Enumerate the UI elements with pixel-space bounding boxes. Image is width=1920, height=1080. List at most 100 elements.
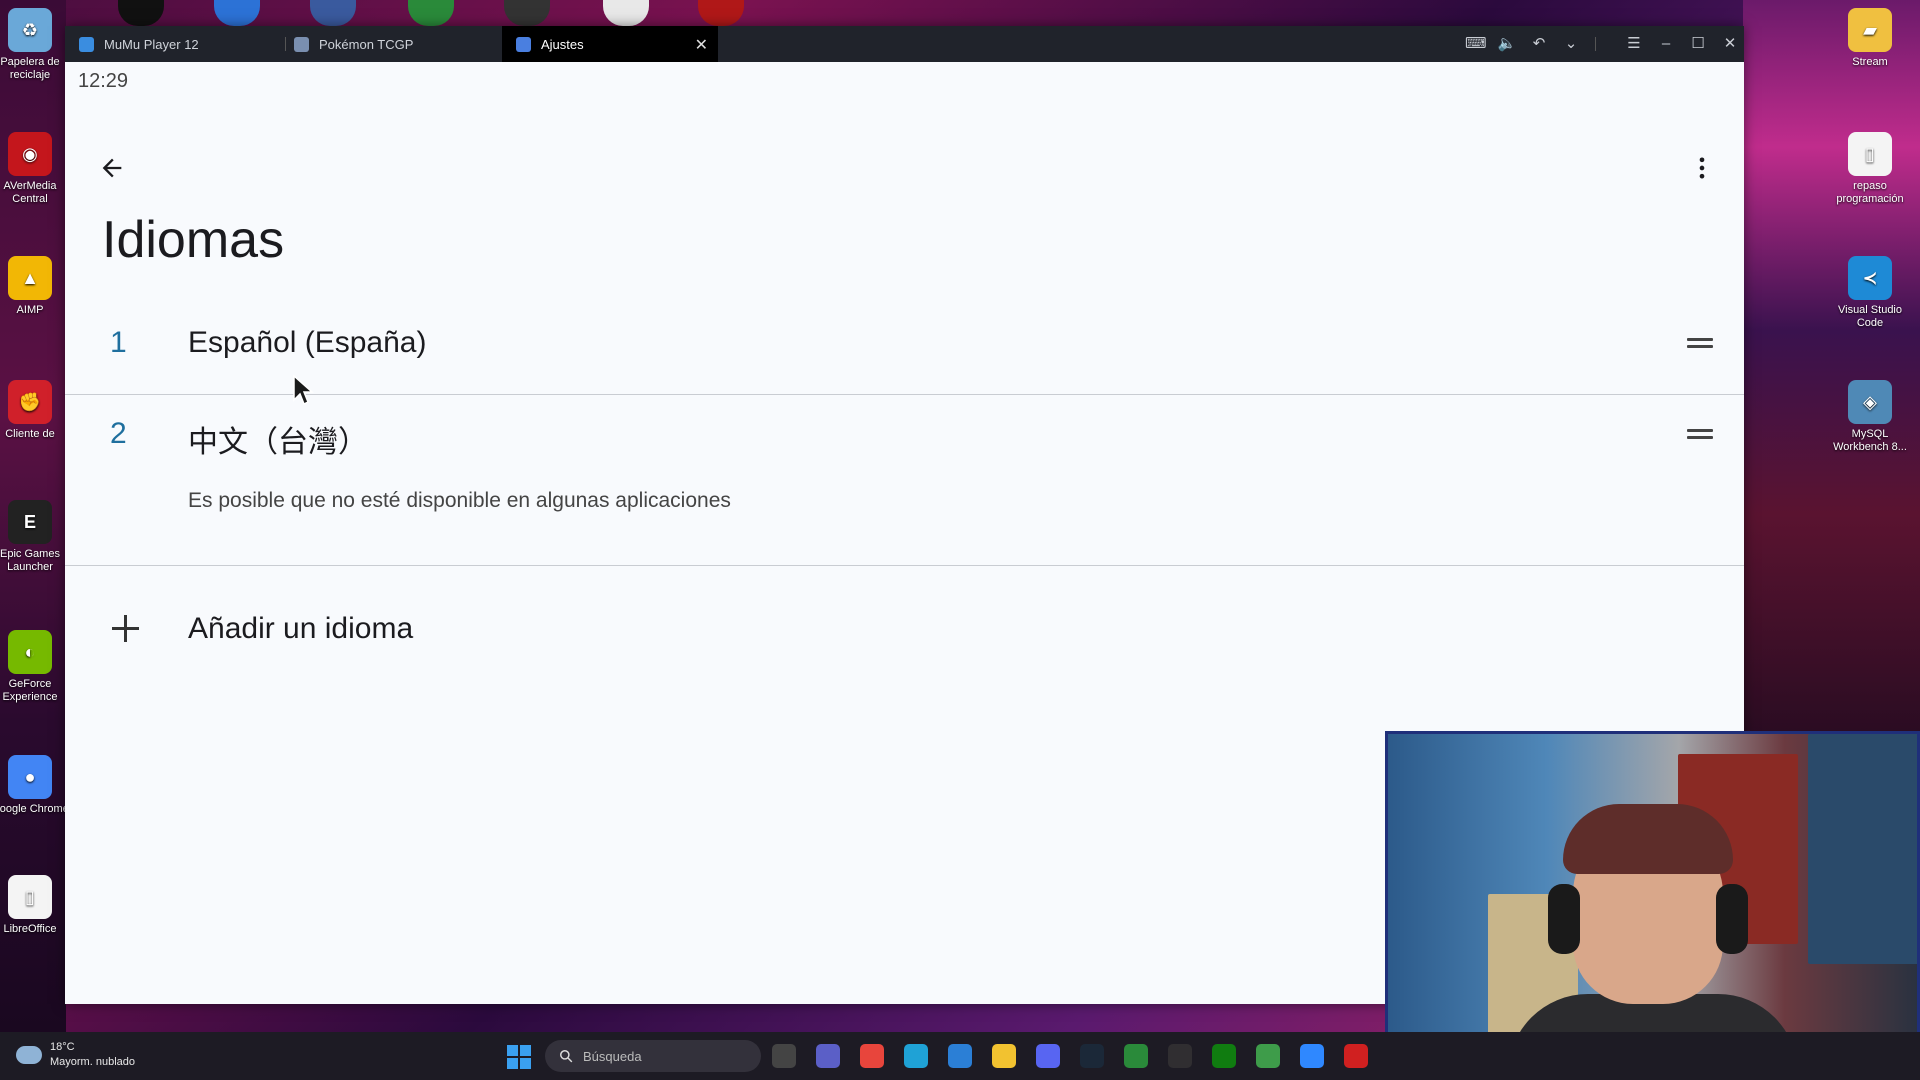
xbox-app-icon[interactable]	[1212, 1044, 1236, 1068]
tab-mumu-player[interactable]: MuMu Player 12	[65, 26, 280, 62]
weather-condition: Mayorm. nublado	[50, 1056, 135, 1068]
folder-app-icon[interactable]	[992, 1044, 1016, 1068]
desktop-icon-left-7[interactable]: ▯ LibreOffice	[0, 875, 70, 936]
start-button[interactable]	[507, 1045, 531, 1069]
desktop-top-icon[interactable]	[310, 0, 356, 26]
desktop-top-icon[interactable]	[118, 0, 164, 26]
desktop-shortcut-label: LibreOffice	[3, 923, 57, 935]
chrome-app-icon[interactable]	[860, 1044, 884, 1068]
obs-app-icon[interactable]	[1168, 1044, 1192, 1068]
desktop-shortcut-icon: E	[8, 500, 52, 544]
tab-pokemon-tcgp[interactable]: Pokémon TCGP	[280, 26, 498, 62]
desktop-icon-right-0[interactable]: ▰ Stream	[1830, 8, 1910, 69]
discord-app-icon[interactable]	[1036, 1044, 1060, 1068]
volume-icon[interactable]: 🔈	[1497, 34, 1517, 54]
webcam-overlay	[1385, 731, 1920, 1080]
drag-handle-icon[interactable]	[1687, 429, 1713, 439]
taskbar-search[interactable]: Búsqueda	[545, 1040, 761, 1072]
undo-icon[interactable]: ↶	[1529, 34, 1549, 54]
settings-gear-icon	[516, 36, 531, 52]
desktop-icon-left-6[interactable]: ● Google Chrome	[0, 755, 70, 816]
desktop-top-icon[interactable]	[214, 0, 260, 26]
desktop-shortcut-label: repaso programación	[1836, 180, 1904, 205]
poster	[1808, 734, 1917, 964]
tab-label: Pokémon TCGP	[319, 36, 414, 52]
chrome-profile-app-icon[interactable]	[1256, 1044, 1280, 1068]
person-cap	[1563, 804, 1733, 874]
terminal-app-icon[interactable]	[1124, 1044, 1148, 1068]
language-name: 中文（台灣）	[188, 426, 368, 459]
minimize-icon[interactable]: –	[1656, 34, 1676, 54]
page-title: Idiomas	[102, 211, 285, 269]
store-app-icon[interactable]	[948, 1044, 972, 1068]
status-bar-clock: 12:29	[78, 70, 129, 92]
desktop-icon-left-1[interactable]: ◉ AVerMedia Central	[0, 132, 70, 206]
file-explorer-dark-app-icon[interactable]	[772, 1044, 796, 1068]
temperature: 18°C	[50, 1041, 75, 1053]
desktop-shortcut-icon: ◉	[8, 132, 52, 176]
desktop-shortcut-label: Cliente de	[5, 428, 55, 440]
mumu-app-icon[interactable]	[1300, 1044, 1324, 1068]
hamburger-menu-icon[interactable]: ☰	[1624, 34, 1644, 54]
keyboard-icon[interactable]: ⌨	[1465, 34, 1487, 54]
desktop-shortcut-label: Papelera de reciclaje	[0, 56, 60, 81]
desktop-right-strip	[1743, 0, 1920, 735]
divider	[65, 565, 1744, 566]
desktop-shortcut-label: Google Chrome	[0, 803, 69, 815]
desktop-top-icon[interactable]	[698, 0, 744, 26]
close-tab-icon[interactable]: ✕	[695, 35, 708, 55]
desktop-shortcut-icon: ▯	[1848, 132, 1892, 176]
search-placeholder: Búsqueda	[583, 1048, 642, 1064]
add-language-label: Añadir un idioma	[188, 612, 414, 645]
desktop-shortcut-label: AVerMedia Central	[3, 180, 57, 205]
language-item[interactable]: 2 中文（台灣） Es posible que no esté disponib…	[65, 395, 1744, 565]
language-order-number: 2	[110, 417, 127, 450]
desktop-top-icon[interactable]	[504, 0, 550, 26]
cloud-icon	[16, 1046, 42, 1064]
tab-ajustes[interactable]: Ajustes ✕	[502, 26, 718, 62]
search-icon	[560, 1050, 573, 1063]
drag-handle-icon[interactable]	[1687, 338, 1713, 348]
back-button[interactable]	[90, 146, 134, 190]
close-window-icon[interactable]: ✕	[1720, 34, 1740, 54]
desktop-shortcut-icon: ♻	[8, 8, 52, 52]
pokemon-tcgp-icon	[294, 36, 309, 52]
desktop-top-icon[interactable]	[603, 0, 649, 26]
tab-label: Ajustes	[541, 36, 584, 52]
desktop-icon-left-2[interactable]: ▲ AIMP	[0, 256, 70, 317]
taskbar: 18°C Mayorm. nublado Búsqueda	[0, 1032, 1920, 1080]
language-name: Español (España)	[188, 326, 427, 359]
chevron-down-icon[interactable]: ⌄	[1561, 34, 1581, 54]
headset	[1548, 884, 1580, 954]
desktop-shortcut-label: Visual Studio Code	[1837, 304, 1902, 329]
desktop-icon-right-1[interactable]: ▯ repaso programación	[1830, 132, 1910, 206]
language-item[interactable]: 1 Español (España)	[65, 302, 1744, 394]
desktop-icon-left-0[interactable]: ♻ Papelera de reciclaje	[0, 8, 70, 82]
desktop-icon-right-3[interactable]: ◈ MySQL Workbench 8...	[1830, 380, 1910, 454]
desktop-icon-left-3[interactable]: ✊ Cliente de	[0, 380, 70, 441]
red-app-icon[interactable]	[1344, 1044, 1368, 1068]
more-options-button[interactable]	[1680, 146, 1724, 190]
desktop-top-icon[interactable]	[408, 0, 454, 26]
desktop-shortcut-icon: ✊	[8, 380, 52, 424]
desktop-shortcut-label: MySQL Workbench 8...	[1833, 428, 1907, 453]
arrow-back-icon	[102, 158, 122, 178]
desktop-shortcut-icon: ▰	[1848, 8, 1892, 52]
weather-widget[interactable]: 18°C Mayorm. nublado	[16, 1040, 135, 1070]
maximize-icon[interactable]: ☐	[1688, 34, 1708, 54]
mumu-icon	[79, 36, 94, 52]
headset	[1716, 884, 1748, 954]
language-order-number: 1	[110, 326, 127, 359]
desktop-icon-right-2[interactable]: ≺ Visual Studio Code	[1830, 256, 1910, 330]
desktop-icon-left-4[interactable]: E Epic Games Launcher	[0, 500, 70, 574]
weather-text: 18°C Mayorm. nublado	[50, 1040, 135, 1070]
teams-app-icon[interactable]	[816, 1044, 840, 1068]
steam-app-icon[interactable]	[1080, 1044, 1104, 1068]
desktop-shortcut-label: Stream	[1852, 56, 1888, 68]
edge-app-icon[interactable]	[904, 1044, 928, 1068]
add-language-button[interactable]: Añadir un idioma	[65, 594, 1744, 666]
desktop-shortcut-icon: ▯	[8, 875, 52, 919]
desktop-shortcut-icon: ◈	[1848, 380, 1892, 424]
more-vert-icon	[1699, 157, 1705, 179]
desktop-icon-left-5[interactable]: ◐ GeForce Experience	[0, 630, 70, 704]
